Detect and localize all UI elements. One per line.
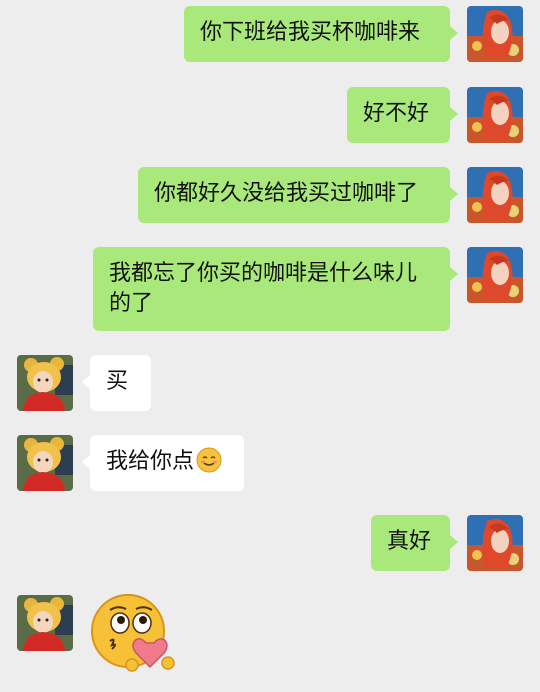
red-haired-woman-avatar-icon: [467, 247, 523, 303]
message-text: 我给你点: [106, 449, 195, 474]
message-bubble[interactable]: 你都好久没给我买过咖啡了: [138, 167, 458, 223]
message-row: 我给你点: [0, 435, 540, 491]
child-in-bear-hat-avatar-icon: [17, 595, 73, 651]
their-avatar[interactable]: [17, 595, 73, 651]
my-avatar[interactable]: [467, 247, 523, 303]
message-text: 好不好: [363, 101, 430, 126]
my-avatar[interactable]: [467, 167, 523, 223]
child-in-bear-hat-avatar-icon: [17, 355, 73, 411]
red-haired-woman-avatar-icon: [467, 87, 523, 143]
red-haired-woman-avatar-icon: [467, 515, 523, 571]
my-avatar[interactable]: [467, 6, 523, 62]
red-haired-woman-avatar-icon: [467, 6, 523, 62]
smiling-face-emoji-icon: [196, 447, 222, 473]
message-row: 买: [0, 355, 540, 411]
message-bubble[interactable]: 你下班给我买杯咖啡来: [184, 6, 458, 62]
my-avatar[interactable]: [467, 87, 523, 143]
message-text: 你下班给我买杯咖啡来: [200, 20, 421, 45]
my-avatar[interactable]: [467, 515, 523, 571]
message-row: 你都好久没给我买过咖啡了: [0, 167, 540, 223]
message-text: 你都好久没给我买过咖啡了: [154, 181, 419, 206]
message-bubble[interactable]: 我给你点: [82, 435, 244, 491]
message-text: 买: [106, 369, 129, 394]
message-row: 你下班给我买杯咖啡来: [0, 6, 540, 62]
their-avatar[interactable]: [17, 355, 73, 411]
message-row: 我都忘了你买的咖啡是什么味儿的了: [0, 247, 540, 331]
child-in-bear-hat-avatar-icon: [17, 435, 73, 491]
red-haired-woman-avatar-icon: [467, 167, 523, 223]
message-row: 真好: [0, 515, 540, 571]
their-avatar[interactable]: [17, 435, 73, 491]
message-bubble[interactable]: 真好: [371, 515, 458, 571]
message-bubble[interactable]: 我都忘了你买的咖啡是什么味儿的了: [93, 247, 458, 331]
kissing-face-with-heart-sticker-icon[interactable]: [88, 593, 180, 685]
message-row: 好不好: [0, 87, 540, 143]
message-bubble[interactable]: 买: [82, 355, 151, 411]
message-text: 我都忘了你买的咖啡是什么味儿的了: [109, 261, 418, 316]
message-text: 真好: [387, 529, 432, 554]
message-bubble[interactable]: 好不好: [347, 87, 458, 143]
